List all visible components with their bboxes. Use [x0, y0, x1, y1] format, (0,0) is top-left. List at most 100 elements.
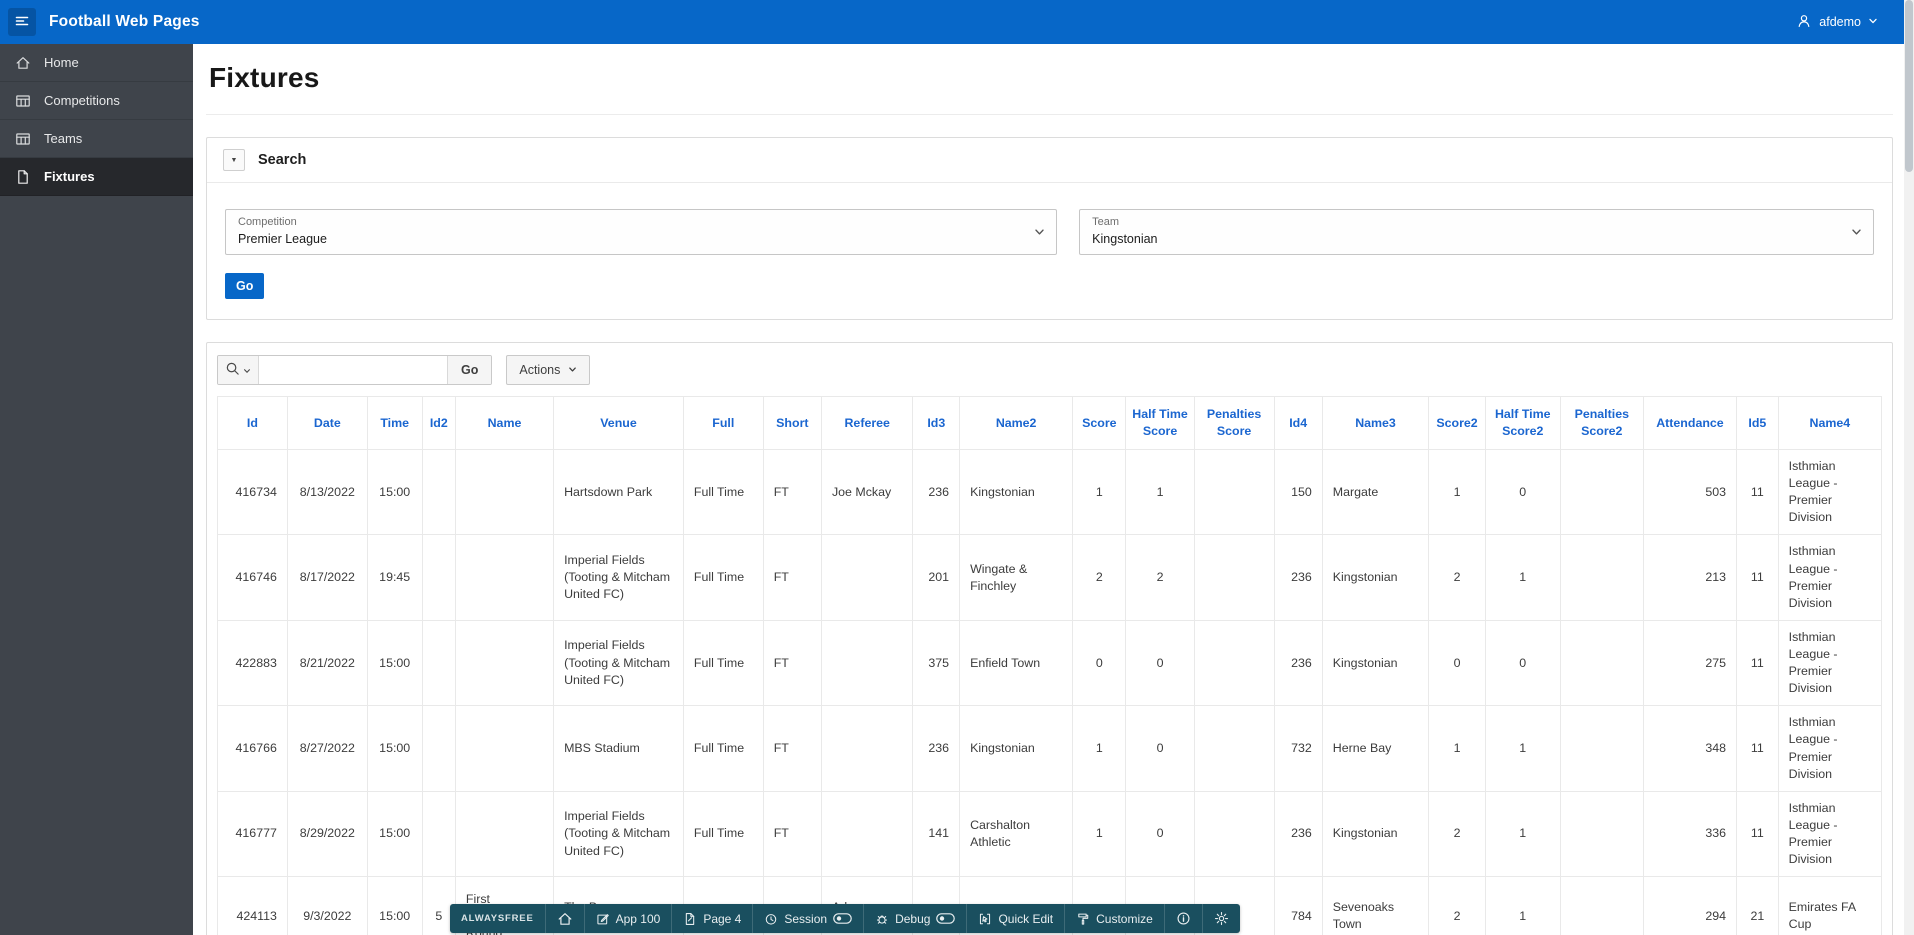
devbar-debug[interactable]: Debug: [863, 904, 966, 933]
column-header-name4[interactable]: Name4: [1777, 396, 1883, 450]
actions-button[interactable]: Actions: [506, 355, 591, 385]
column-header-name[interactable]: Name: [454, 396, 555, 450]
table-cell: [1193, 705, 1275, 792]
table-cell: 375: [912, 619, 961, 707]
table-cell: 236: [1273, 534, 1323, 621]
column-header-penalties-score[interactable]: Penalties Score: [1193, 396, 1275, 450]
column-header-name3[interactable]: Name3: [1321, 396, 1430, 450]
column-header-short[interactable]: Short: [762, 396, 822, 450]
page-icon: [15, 169, 31, 185]
table-cell: 8/29/2022: [286, 790, 368, 878]
fixtures-table: Id Date Time Id2 Name Venue Full Short Referee Id…: [217, 396, 1883, 935]
app-header: Football Web Pages afdemo: [0, 0, 1904, 44]
devbar-page-4[interactable]: Page 4: [671, 904, 752, 933]
column-header-penalties-score2[interactable]: Penalties Score2: [1559, 396, 1644, 450]
table-cell: 422883: [217, 619, 288, 707]
username: afdemo: [1819, 15, 1861, 29]
grid-icon: [15, 131, 31, 147]
table-cell: Kingstonian: [959, 448, 1074, 536]
column-header-attendance[interactable]: Attendance: [1642, 396, 1738, 450]
report-toolbar: Go Actions: [217, 353, 1882, 396]
report-region: Go Actions Id Date Time Id2 Name Venue Full Sho…: [206, 342, 1893, 935]
select-competition[interactable]: Competition Premier League: [225, 209, 1058, 255]
table-cell: Joe Mckay: [820, 448, 914, 536]
table-cell: [820, 705, 914, 792]
table-cell: 1: [1484, 876, 1561, 935]
sidebar-item-fixtures[interactable]: Fixtures: [0, 158, 193, 196]
devbar-app-100[interactable]: App 100: [583, 904, 672, 933]
table-row: 416746 8/17/2022 19:45 Imperial Fields (Too…: [217, 534, 1883, 621]
table-cell: 0: [1072, 619, 1127, 707]
table-cell: [1559, 619, 1644, 707]
table-cell: Kingstonian: [959, 705, 1074, 792]
table-cell: 236: [912, 448, 961, 536]
table-header-row: Id Date Time Id2 Name Venue Full Short Referee Id…: [217, 396, 1883, 450]
column-header-score[interactable]: Score: [1072, 396, 1127, 450]
column-header-id2[interactable]: Id2: [421, 396, 456, 450]
column-header-score2[interactable]: Score2: [1428, 396, 1486, 450]
table-cell: [1559, 876, 1644, 935]
table-cell: 2: [1428, 790, 1486, 878]
collapse-region-button[interactable]: ▼: [223, 149, 245, 171]
chevron-down-icon: [568, 363, 577, 377]
toggle-icon[interactable]: [833, 913, 852, 924]
search-fields: Competition Premier League Team Kingstonian: [225, 209, 1874, 255]
user-menu[interactable]: afdemo: [1796, 13, 1878, 32]
search-options-button[interactable]: [218, 356, 259, 384]
search-go-button[interactable]: Go: [225, 273, 265, 299]
table-cell: 424113: [217, 876, 288, 935]
scrollbar[interactable]: [1904, 0, 1914, 935]
table-cell: Emirates FA Cup: [1777, 876, 1883, 935]
column-header-half-time-score2[interactable]: Half Time Score2: [1484, 396, 1561, 450]
table-cell: [1193, 448, 1275, 536]
column-header-venue[interactable]: Venue: [553, 396, 684, 450]
report-go-button[interactable]: Go: [447, 356, 492, 384]
chevron-down-icon: [243, 363, 251, 378]
table-cell: [421, 790, 456, 878]
home-icon: [557, 911, 573, 927]
devbar-session[interactable]: Session: [752, 904, 863, 933]
column-header-name2[interactable]: Name2: [959, 396, 1074, 450]
column-header-referee[interactable]: Referee: [820, 396, 914, 450]
devbar-customize[interactable]: Customize: [1064, 904, 1164, 933]
customize-icon: [1076, 912, 1090, 926]
sidebar-item-teams[interactable]: Teams: [0, 120, 193, 158]
scrollbar-thumb[interactable]: [1905, 0, 1913, 172]
table-cell: Full Time: [682, 705, 764, 792]
search-region-header: ▼ Search: [207, 138, 1892, 183]
devbar-quick-edit[interactable]: Quick Edit: [966, 904, 1064, 933]
column-header-id[interactable]: Id: [217, 396, 288, 450]
devbar-home-icon[interactable]: [544, 904, 584, 933]
table-cell: 0: [1125, 790, 1195, 878]
column-header-half-time-score[interactable]: Half Time Score: [1125, 396, 1195, 450]
sidebar-item-competitions[interactable]: Competitions: [0, 82, 193, 120]
toggle-icon[interactable]: [936, 913, 956, 924]
table-cell: 1: [1072, 705, 1127, 792]
column-header-id4[interactable]: Id4: [1273, 396, 1323, 450]
report-search-input[interactable]: [259, 356, 447, 384]
chevron-down-icon: [1851, 227, 1862, 238]
table-cell: 732: [1273, 705, 1323, 792]
select-team[interactable]: Team Kingstonian: [1079, 209, 1874, 255]
table-cell: Kingstonian: [1321, 790, 1430, 878]
table-cell: FT: [762, 790, 822, 878]
table-cell: 21: [1736, 876, 1779, 935]
sidebar-item-label: Home: [44, 55, 79, 70]
column-header-time[interactable]: Time: [366, 396, 423, 450]
table-row: 422883 8/21/2022 15:00 Imperial Fields (Too…: [217, 619, 1883, 707]
column-header-full[interactable]: Full: [682, 396, 764, 450]
column-header-id3[interactable]: Id3: [912, 396, 961, 450]
table-cell: 416766: [217, 705, 288, 792]
menu-button[interactable]: [8, 8, 36, 36]
column-header-date[interactable]: Date: [286, 396, 368, 450]
sidebar-item-home[interactable]: Home: [0, 44, 193, 82]
table-cell: 150: [1273, 448, 1323, 536]
devbar-gear-icon[interactable]: [1201, 904, 1240, 933]
table-cell: Sevenoaks Town: [1321, 876, 1430, 935]
column-header-id5[interactable]: Id5: [1736, 396, 1779, 450]
table-cell: 236: [912, 705, 961, 792]
table-cell: 336: [1642, 790, 1738, 878]
table-cell: 2: [1428, 534, 1486, 621]
devbar-info-icon[interactable]: [1163, 904, 1202, 933]
table-cell: Imperial Fields (Tooting & Mitcham Unite…: [553, 790, 684, 878]
